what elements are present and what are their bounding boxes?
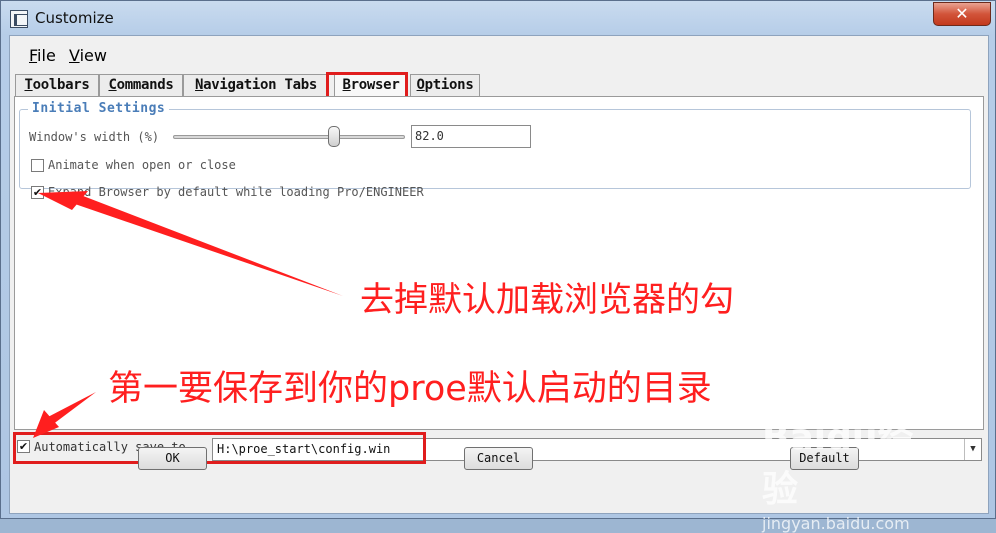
- ok-button[interactable]: OK: [138, 447, 207, 470]
- expand-browser-checkbox[interactable]: ✔: [31, 186, 44, 199]
- title-bar[interactable]: Customize ✕: [1, 1, 995, 35]
- app-icon: [10, 10, 28, 28]
- animate-label: Animate when open or close: [48, 158, 236, 172]
- autosave-highlight: [13, 432, 426, 464]
- tab-options[interactable]: Options: [410, 74, 480, 96]
- window-title: Customize: [35, 9, 114, 27]
- menu-file[interactable]: File: [29, 46, 56, 65]
- window-width-label: Window's width (%): [29, 130, 160, 144]
- window-width-input[interactable]: 82.0: [411, 125, 531, 148]
- menu-bar: File View: [10, 36, 988, 74]
- chevron-down-icon[interactable]: ▼: [964, 439, 981, 460]
- tab-commands[interactable]: Commands: [99, 74, 183, 96]
- slider-thumb[interactable]: [328, 126, 340, 147]
- close-button[interactable]: ✕: [933, 2, 991, 26]
- animate-checkbox[interactable]: [31, 159, 44, 172]
- customize-window: Customize ✕ File View Toolbars Commands …: [0, 0, 996, 519]
- menu-view[interactable]: View: [69, 46, 107, 65]
- cancel-button[interactable]: Cancel: [464, 447, 533, 470]
- initial-settings-legend: Initial Settings: [28, 101, 170, 116]
- default-button[interactable]: Default: [790, 447, 859, 470]
- save-note: 第一要保存到你的proe默认启动的目录: [108, 369, 712, 409]
- tab-toolbars[interactable]: Toolbars: [15, 74, 99, 96]
- window-width-slider[interactable]: [173, 135, 405, 139]
- uncheck-note: 去掉默认加载浏览器的勾: [360, 280, 734, 320]
- tab-navigation-tabs[interactable]: Navigation Tabs: [183, 74, 329, 96]
- initial-settings-group: Initial Settings: [19, 101, 971, 189]
- expand-browser-label: Expand Browser by default while loading …: [48, 185, 424, 199]
